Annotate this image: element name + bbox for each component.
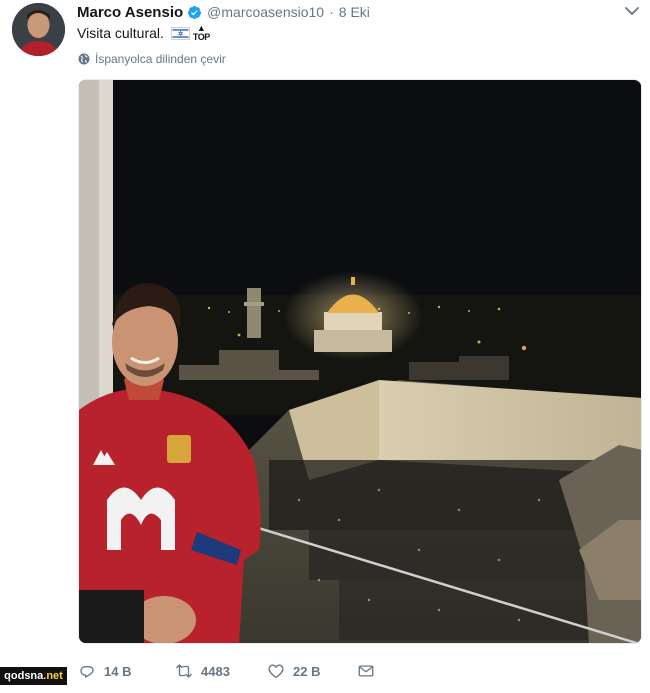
timestamp[interactable]: 8 Eki bbox=[339, 4, 370, 20]
direct-message-button[interactable] bbox=[357, 662, 383, 680]
tweet-actions: 14 B 4483 22 B bbox=[78, 660, 383, 682]
chevron-down-icon[interactable] bbox=[624, 4, 640, 18]
tweet: Marco Asensio @marcoasensio10 · 8 Eki Vi… bbox=[0, 0, 650, 693]
retweet-icon bbox=[176, 664, 192, 678]
tweet-photo[interactable] bbox=[78, 79, 642, 644]
site-watermark: qodsna .net bbox=[0, 667, 67, 685]
globe-icon bbox=[78, 53, 90, 65]
heart-icon bbox=[268, 664, 284, 679]
top-emoji-text: TOP bbox=[192, 32, 210, 42]
like-button[interactable]: 22 B bbox=[267, 662, 357, 680]
separator-dot: · bbox=[329, 4, 334, 20]
translate-link[interactable]: İspanyolca dilinden çevir bbox=[78, 52, 226, 66]
envelope-icon bbox=[358, 665, 374, 677]
tweet-header: Marco Asensio @marcoasensio10 · 8 Eki bbox=[77, 3, 370, 21]
reply-icon bbox=[80, 665, 94, 678]
user-handle[interactable]: @marcoasensio10 bbox=[207, 4, 324, 20]
avatar[interactable] bbox=[12, 3, 65, 56]
retweet-button[interactable]: 4483 bbox=[175, 662, 267, 680]
tweet-text-content: Visita cultural. bbox=[77, 25, 164, 41]
watermark-ext: .net bbox=[43, 670, 63, 682]
israel-flag-icon bbox=[170, 26, 190, 40]
reply-button[interactable]: 14 B bbox=[78, 662, 175, 680]
like-count: 22 B bbox=[293, 663, 321, 679]
reply-count: 14 B bbox=[104, 663, 132, 679]
tweet-text: Visita cultural. ▲ TOP bbox=[77, 24, 210, 42]
photo-illustration bbox=[79, 80, 641, 643]
watermark-name: qodsna bbox=[4, 670, 44, 682]
top-arrow-icon: ▲ TOP bbox=[192, 23, 210, 42]
translate-label: İspanyolca dilinden çevir bbox=[95, 52, 226, 66]
retweet-count: 4483 bbox=[201, 663, 230, 679]
verified-badge-icon bbox=[188, 5, 202, 19]
display-name[interactable]: Marco Asensio bbox=[77, 4, 183, 21]
